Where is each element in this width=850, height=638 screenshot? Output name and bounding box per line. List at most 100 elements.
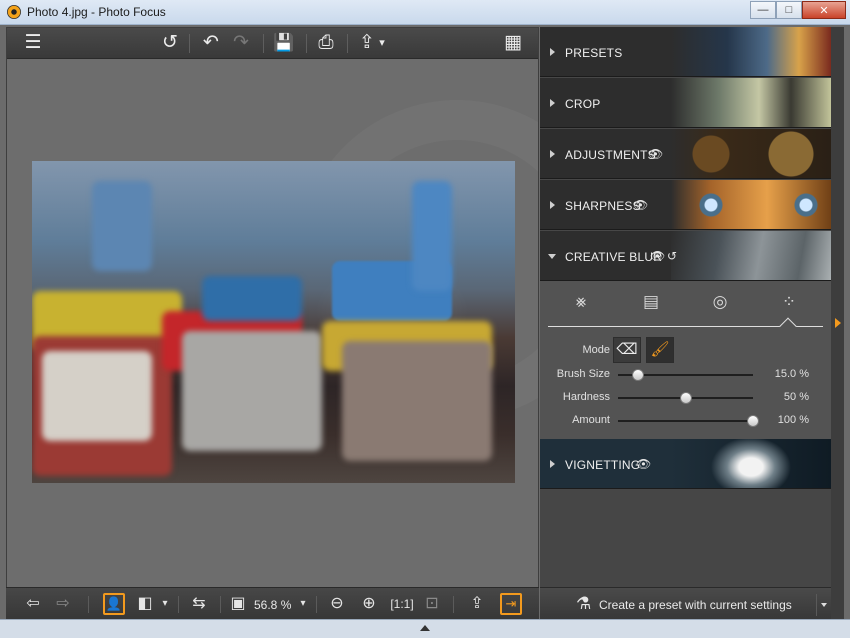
vignetting-thumbnail [671,439,831,488]
reset-icon[interactable]: ↺ [667,249,677,263]
actual-size-icon[interactable]: [1:1] [388,593,416,615]
expand-arrow-icon [550,460,555,468]
panel-crop[interactable]: CROP [540,78,831,128]
brush-size-slider[interactable] [618,369,753,381]
fit-screen-icon[interactable]: ⊡ [421,593,443,615]
compare-dropdown-icon[interactable]: ▾ [160,593,170,615]
sharpness-thumbnail [671,180,831,229]
radial-blur-tab-icon[interactable]: ⨳ [568,289,594,315]
photo-region [42,351,152,441]
visibility-eye-icon[interactable]: 👁 [633,198,648,212]
amount-slider[interactable] [618,415,759,427]
mode-label: Mode [582,344,610,356]
create-preset-label[interactable]: Create a preset with current settings [599,598,792,612]
toolbar-divider [178,596,179,613]
chevron-up-icon[interactable] [420,625,430,631]
photo-region [182,331,322,451]
linear-blur-tab-icon[interactable]: ▤ [638,289,664,315]
panel-side-handle[interactable] [831,27,844,619]
expand-arrow-icon [550,150,555,158]
slider-thumb[interactable] [747,415,759,427]
panel-label: SHARPNESS [565,199,641,213]
visibility-eye-icon[interactable]: 👁 [636,457,651,471]
slider-thumb[interactable] [632,369,645,381]
zoom-dropdown-icon[interactable]: ▾ [298,593,308,615]
adjustment-panel: PRESETS CROP ADJUSTMENTS 👁 SHARPNESS 👁 C… [540,27,831,587]
app-icon [7,5,21,19]
close-button[interactable]: ✕ [802,1,846,19]
create-preset-bar[interactable]: ⚗ Create a preset with current settings [540,587,831,619]
next-image-icon[interactable]: ⇨ [52,593,74,615]
previous-image-icon[interactable]: ⇦ [22,593,44,615]
hardness-value: 50 % [783,391,809,403]
panel-label: CREATIVE BLUR [565,250,663,264]
creative-blur-settings: ⨳ ▤ ◎ ⁘ Mode ⌫ 🖌 Brush Size 15.0 % Hardn… [540,281,831,439]
presets-thumbnail [671,27,831,76]
share-dropdown-icon[interactable]: ▾ [377,32,387,54]
photo-region [342,341,492,461]
maximize-button[interactable]: □ [776,1,802,19]
brush-blur-tab-icon[interactable]: ⁘ [776,289,802,315]
chevron-down-icon [821,603,827,607]
save-icon[interactable]: 💾 [271,32,297,54]
zoom-out-icon[interactable]: ⊖ [326,593,348,615]
redo-icon[interactable]: ↷ [229,32,253,54]
print-icon[interactable]: ⎙ [313,32,339,54]
brush-size-label: Brush Size [556,368,610,380]
photo-region [412,181,452,291]
zoom-frame-icon[interactable]: ▣ [228,593,248,615]
panel-presets[interactable]: PRESETS [540,27,831,77]
share-icon[interactable]: ⇪ [355,32,379,54]
circle-blur-tab-icon[interactable]: ◎ [707,289,733,315]
hardness-label: Hardness [562,391,610,403]
panel-label: CROP [565,97,601,111]
panel-label: PRESETS [565,46,623,60]
split-view-icon[interactable]: ⇆ [188,593,210,615]
blur-mode-tabs: ⨳ ▤ ◎ ⁘ [540,289,831,315]
window-titlebar: Photo 4.jpg - Photo Focus — □ ✕ [0,0,850,25]
undo-icon[interactable]: ↶ [199,32,223,54]
photo-region [92,181,152,271]
expand-arrow-icon [550,99,555,107]
compare-view-icon[interactable]: ◧ [134,593,156,615]
window-controls: — □ ✕ [750,1,846,19]
visibility-eye-icon[interactable]: 👁 [648,147,663,161]
toolbar-divider [88,596,89,613]
exit-panel-icon[interactable]: ⇥ [500,593,522,615]
brush-mode-button[interactable]: 🖌 [646,337,674,363]
panel-sharpness[interactable]: SHARPNESS 👁 [540,180,831,230]
panel-empty-area [540,490,831,587]
panel-vignetting[interactable]: VIGNETTING 👁 [540,439,831,489]
eraser-mode-button[interactable]: ⌫ [613,337,641,363]
crop-thumbnail [671,78,831,127]
menu-icon[interactable]: ☰ [21,32,45,54]
person-view-icon[interactable]: 👤 [103,593,125,615]
expand-arrow-icon [550,48,555,56]
amount-value: 100 % [777,414,809,426]
photo-region [202,276,302,321]
toolbar-divider [347,34,348,53]
slider-thumb[interactable] [679,392,692,404]
hardness-slider[interactable] [618,392,753,404]
preset-dropdown-button[interactable] [816,594,830,616]
panel-label: VIGNETTING [565,458,641,472]
toolbar-divider [189,34,190,53]
export-icon[interactable]: ⇪ [466,593,488,615]
toolbar-divider [306,34,307,53]
toolbar-divider [220,596,221,613]
visibility-eye-icon[interactable]: 👁 [650,249,665,263]
photo-preview[interactable] [32,161,515,483]
expand-arrow-icon [550,201,555,209]
zoom-level[interactable]: 56.8 % [254,598,291,612]
panel-creative-blur[interactable]: CREATIVE BLUR 👁 ↺ [540,231,831,281]
brush-size-value: 15.0 % [774,368,809,380]
undo-all-icon[interactable]: ↺ [158,32,182,54]
expand-panel-arrow-icon[interactable] [835,318,841,328]
panel-adjustments[interactable]: ADJUSTMENTS 👁 [540,129,831,179]
grid-view-icon[interactable]: ▦ [501,32,525,54]
workspace: ☰ ↺ ↶ ↷ 💾 ⎙ ⇪ ▾ ▦ [6,27,539,613]
minimize-button[interactable]: — [750,1,776,19]
image-canvas[interactable] [7,60,538,613]
zoom-in-icon[interactable]: ⊕ [358,593,380,615]
collapse-arrow-icon [548,254,556,259]
